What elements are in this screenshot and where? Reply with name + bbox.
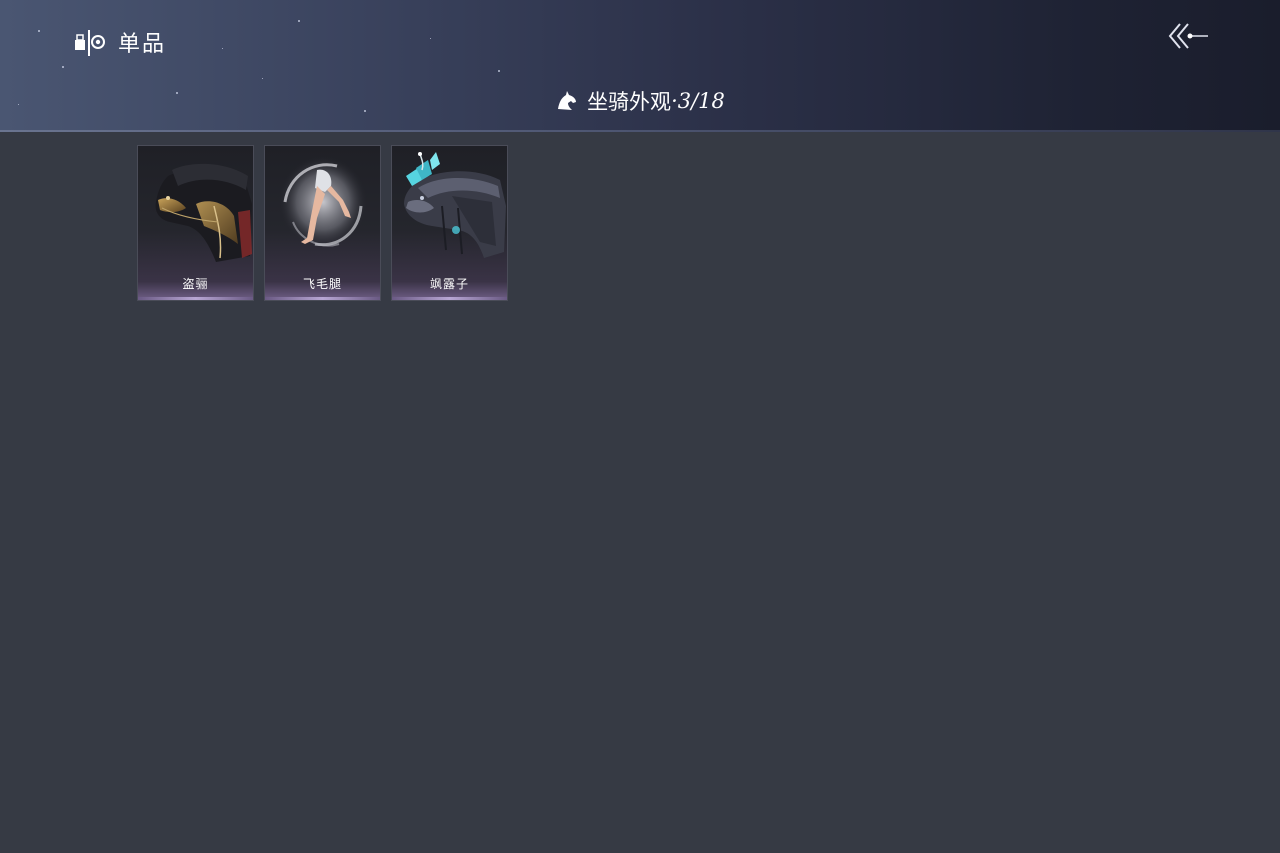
category-header: 坐骑外观 · 3/18: [0, 84, 1280, 118]
item-name: 盗骊: [182, 277, 209, 291]
horse-head-icon: [555, 89, 579, 113]
category-count: 3/18: [677, 89, 725, 113]
blue-flower-horse-icon: [404, 152, 506, 258]
item-card[interactable]: 盗骊: [137, 145, 254, 301]
section-title: 单品: [72, 22, 166, 62]
section-title-label: 单品: [118, 32, 167, 57]
back-button[interactable]: [1162, 16, 1212, 56]
card-rarity-bar: [392, 297, 507, 300]
swirling-legs-icon: [279, 156, 367, 248]
back-arrow-icon: [1168, 23, 1208, 49]
top-banner: 单品 坐骑外观 · 3/18: [0, 0, 1280, 132]
item-name: 飞毛腿: [302, 277, 342, 291]
item-card[interactable]: 飒露子: [391, 145, 508, 301]
category-separator: ·: [671, 89, 678, 113]
item-grid: 盗骊 飞毛腿 飒露子: [137, 145, 508, 301]
item-card[interactable]: 飞毛腿: [264, 145, 381, 301]
dark-armored-horse-icon: [155, 163, 252, 262]
item-name: 飒露子: [429, 277, 469, 291]
card-rarity-bar: [138, 297, 253, 300]
shop-item-icon: [72, 24, 108, 60]
category-label: 坐骑外观: [587, 90, 672, 114]
card-rarity-bar: [265, 297, 380, 300]
